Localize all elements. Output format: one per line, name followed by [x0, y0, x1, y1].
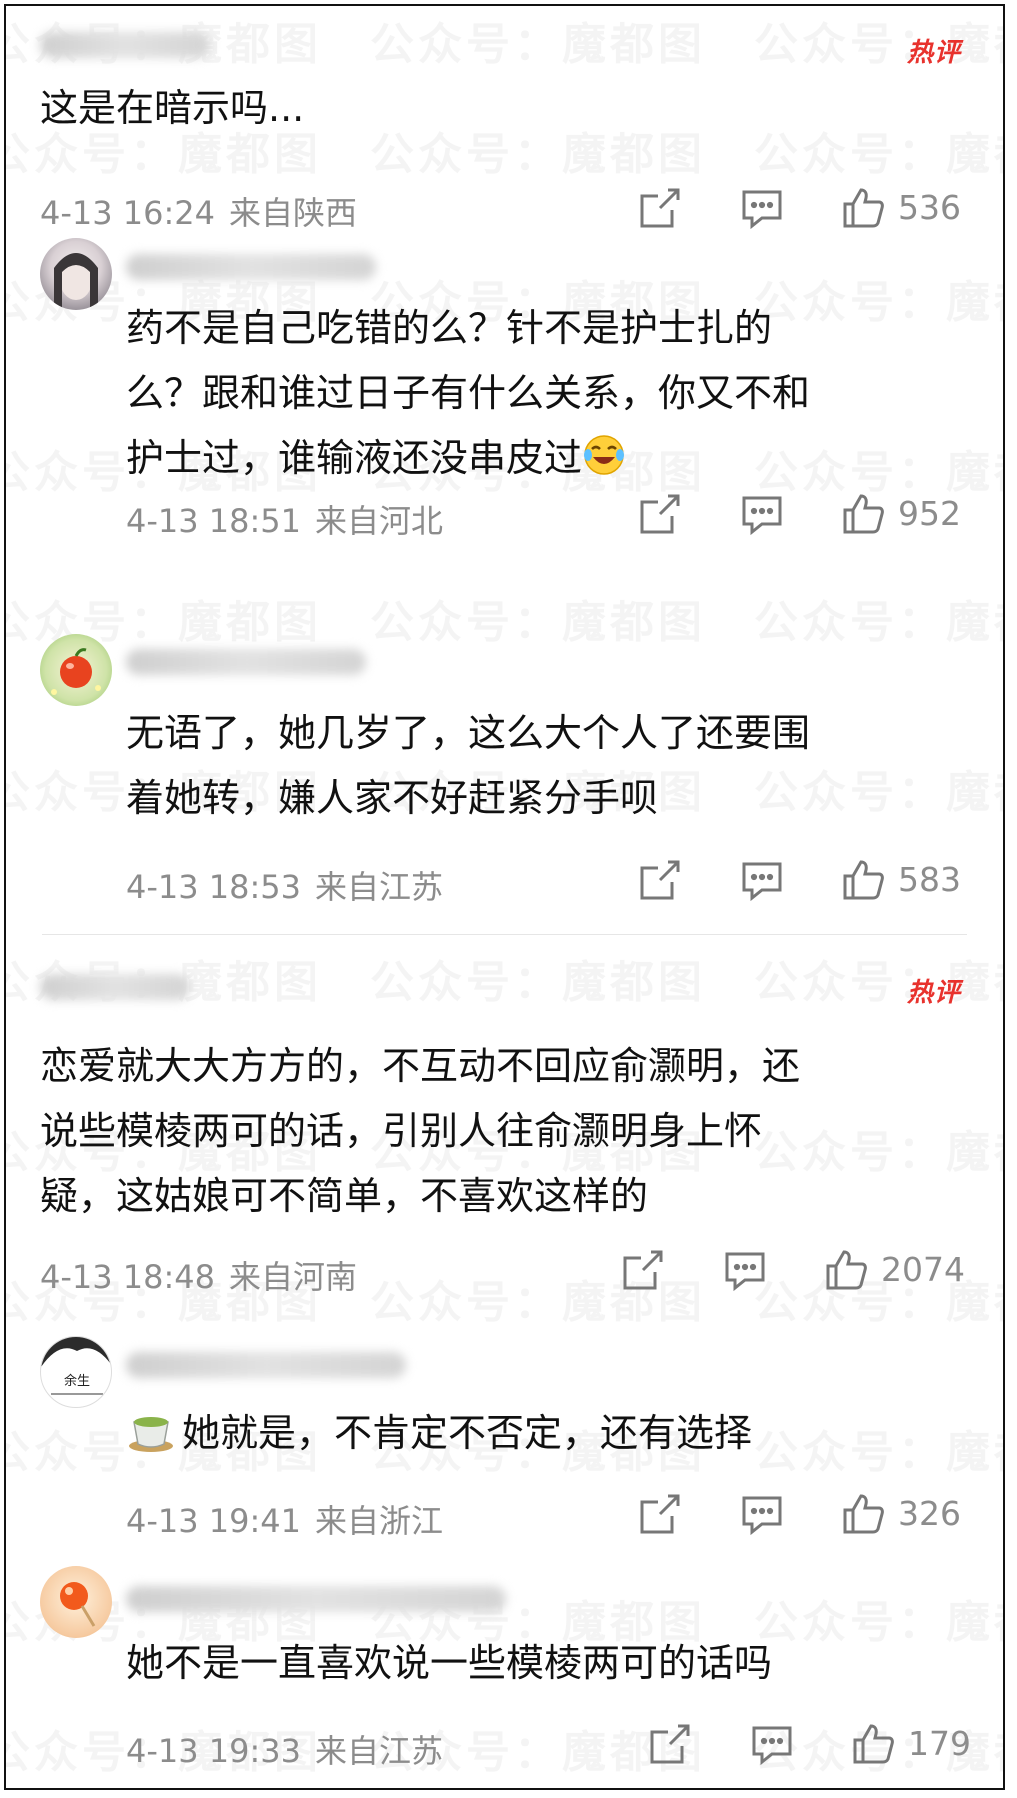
- like-icon[interactable]: [841, 492, 885, 536]
- share-icon[interactable]: [638, 186, 682, 230]
- comment-text: 这是在暗示吗...: [40, 86, 305, 130]
- comment-text-line: 无语了，她几岁了，这么大个人了还要围: [126, 711, 811, 755]
- avatar[interactable]: 余生: [40, 1336, 112, 1408]
- comment-text-line: 药不是自己吃错的么？针不是护士扎的: [126, 306, 773, 350]
- like-count: 2074: [881, 1250, 965, 1289]
- avatar[interactable]: [40, 1566, 112, 1638]
- comment-location: 来自河南: [229, 1258, 358, 1296]
- blurred-username[interactable]: [40, 974, 190, 1000]
- share-icon[interactable]: [648, 1722, 692, 1766]
- comment-location: 来自河北: [315, 502, 444, 540]
- reply-icon[interactable]: [740, 492, 784, 536]
- like-count: 952: [898, 494, 961, 533]
- comment-location: 来自浙江: [315, 1502, 444, 1540]
- like-icon[interactable]: [841, 186, 885, 230]
- comment-actions: 326: [636, 1492, 976, 1536]
- share-icon[interactable]: [638, 492, 682, 536]
- like-count: 326: [898, 1494, 961, 1533]
- comment-meta: 4-13 16:24 来自陕西: [40, 188, 357, 234]
- blurred-username[interactable]: [126, 1352, 406, 1378]
- comment-text-line: 么？跟和谁过日子有什么关系，你又不和: [126, 371, 811, 415]
- comment-location: 来自江苏: [315, 1732, 444, 1770]
- comment-meta: 4-13 19:41 来自浙江: [126, 1496, 443, 1542]
- like-count: 179: [908, 1724, 971, 1763]
- comment-location: 来自陕西: [229, 194, 358, 232]
- like-icon[interactable]: [841, 1492, 885, 1536]
- avatar[interactable]: [40, 634, 112, 706]
- reply-icon[interactable]: [723, 1248, 767, 1292]
- comment-actions: 536: [636, 186, 976, 230]
- comment-text-segment: 她就是，不肯定不否定，还有选择: [182, 1411, 753, 1455]
- comment-time: 4-13 19:41: [126, 1502, 302, 1540]
- hot-comment-badge: 热评: [906, 38, 961, 68]
- comment-location: 来自江苏: [315, 868, 444, 906]
- tea-emoji-icon: [126, 1404, 176, 1454]
- comment-text-line: 护士过，谁输液还没串皮过: [126, 426, 966, 491]
- blurred-username[interactable]: [40, 32, 210, 58]
- comment-text: 她不是一直喜欢说一些模棱两可的话吗: [126, 1641, 773, 1685]
- avatar[interactable]: [40, 238, 112, 310]
- reply-icon[interactable]: [740, 186, 784, 230]
- comment-time: 4-13 19:33: [126, 1732, 302, 1770]
- share-icon[interactable]: [638, 1492, 682, 1536]
- comment-feed-frame: 公众号：魔都图 公众号：魔都图 公众号：魔都图 公众号：魔都图 公众号：魔都图 …: [4, 4, 1005, 1790]
- blurred-username[interactable]: [126, 254, 376, 280]
- share-icon[interactable]: [638, 858, 682, 902]
- share-icon[interactable]: [621, 1248, 665, 1292]
- comment-meta: 4-13 18:48 来自河南: [40, 1252, 357, 1298]
- like-icon[interactable]: [824, 1248, 868, 1292]
- comment-actions: 952: [636, 492, 976, 536]
- comment-time: 4-13 16:24: [40, 194, 216, 232]
- comment-text-line: 疑，这姑娘可不简单，不喜欢这样的: [40, 1174, 649, 1218]
- like-icon[interactable]: [841, 858, 885, 902]
- comment-text: 无语了，她几岁了，这么大个人了还要围 着她转，嫌人家不好赶紧分手呗: [126, 701, 966, 831]
- blurred-username[interactable]: [126, 1586, 506, 1612]
- hot-comment-badge: 热评: [906, 978, 961, 1008]
- comment-meta: 4-13 18:53 来自江苏: [126, 862, 443, 908]
- comment-actions: 179: [646, 1722, 986, 1766]
- comment-text-line: 恋爱就大大方方的，不互动不回应俞灏明，还: [40, 1044, 801, 1088]
- comment-text: 她就是，不肯定不否定，还有选择: [126, 1401, 966, 1466]
- comment-meta: 4-13 19:33 来自江苏: [126, 1726, 443, 1772]
- comment-text: 恋爱就大大方方的，不互动不回应俞灏明，还 说些模棱两可的话，引别人往俞灏明身上怀疑…: [40, 1034, 980, 1229]
- reply-icon[interactable]: [750, 1722, 794, 1766]
- comment-text-line: 着她转，嫌人家不好赶紧分手呗: [126, 776, 659, 820]
- reply-icon[interactable]: [740, 858, 784, 902]
- comment-divider: [42, 934, 967, 935]
- laugh-cry-emoji-icon: [582, 432, 626, 476]
- blurred-username[interactable]: [126, 649, 366, 675]
- comment-text-line: 说些模棱两可的话，引别人往俞灏明身上怀: [40, 1109, 763, 1153]
- comment-time: 4-13 18:51: [126, 502, 302, 540]
- comment-time: 4-13 18:48: [40, 1258, 216, 1296]
- reply-icon[interactable]: [740, 1492, 784, 1536]
- comment-actions: 583: [636, 858, 976, 902]
- comment-meta: 4-13 18:51 来自河北: [126, 496, 443, 542]
- comment-time: 4-13 18:53: [126, 868, 302, 906]
- like-icon[interactable]: [851, 1722, 895, 1766]
- like-count: 536: [898, 188, 961, 227]
- avatar-label: 余生: [64, 1373, 90, 1389]
- comment-text-segment: 护士过，谁输液还没串皮过: [126, 436, 583, 480]
- comment-text: 药不是自己吃错的么？针不是护士扎的 么？跟和谁过日子有什么关系，你又不和 护士过，谁…: [126, 296, 966, 491]
- comment-actions: 2074: [619, 1248, 979, 1292]
- like-count: 583: [898, 860, 961, 899]
